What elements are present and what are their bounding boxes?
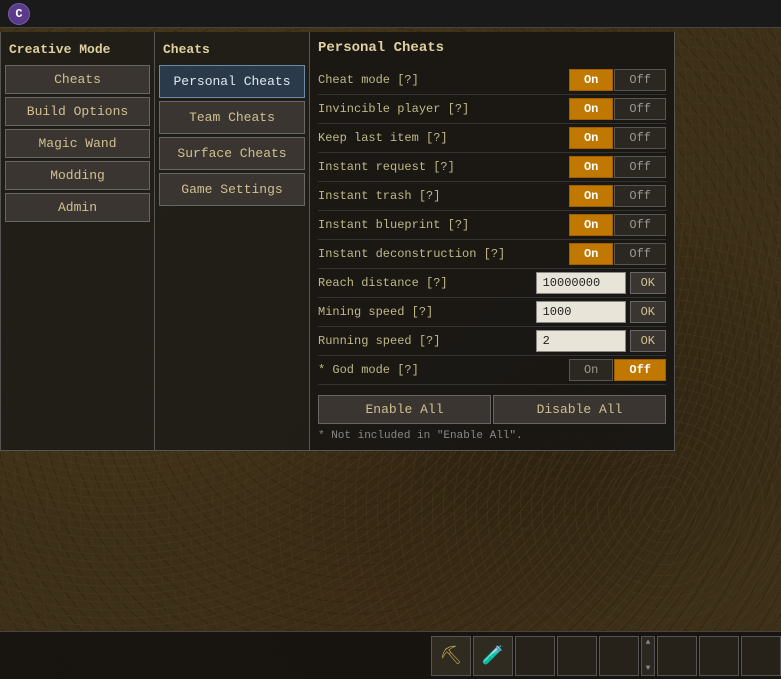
cheat-row-mining-speed: Mining speed [?] OK — [318, 298, 666, 327]
footnote: * Not included in "Enable All". — [318, 430, 666, 442]
god-mode-off-button[interactable]: Off — [614, 359, 666, 381]
toolbar-slot-3[interactable] — [515, 636, 555, 676]
instant-blueprint-on-button[interactable]: On — [569, 214, 613, 236]
top-bar: C — [0, 0, 781, 28]
sidebar-item-magic-wand[interactable]: Magic Wand — [5, 129, 150, 158]
cheat-label-running-speed: Running speed [?] — [318, 334, 536, 348]
panel-right: Personal Cheats Cheat mode [?] On Off In… — [310, 32, 675, 451]
toolbar-scroll[interactable]: ▲ ▼ — [641, 636, 655, 676]
cheat-row-cheat-mode: Cheat mode [?] On Off — [318, 66, 666, 95]
toolbar-slot-2[interactable]: 🧪 — [473, 636, 513, 676]
cheat-row-reach-distance: Reach distance [?] OK — [318, 269, 666, 298]
running-speed-ok-button[interactable]: OK — [630, 330, 666, 352]
cheat-label-instant-request: Instant request [?] — [318, 160, 569, 174]
cheat-label-reach-distance: Reach distance [?] — [318, 276, 536, 290]
cheat-label-instant-trash: Instant trash [?] — [318, 189, 569, 203]
cheat-row-instant-blueprint: Instant blueprint [?] On Off — [318, 211, 666, 240]
scroll-down-icon: ▼ — [646, 665, 651, 673]
cheat-row-invincible: Invincible player [?] On Off — [318, 95, 666, 124]
reach-distance-control: OK — [536, 272, 666, 294]
cheat-row-god-mode: * God mode [?] On Off — [318, 356, 666, 385]
toolbar-slot-8[interactable] — [741, 636, 781, 676]
cheat-label-cheat-mode: Cheat mode [?] — [318, 73, 569, 87]
cheat-label-instant-blueprint: Instant blueprint [?] — [318, 218, 569, 232]
keep-last-item-off-button[interactable]: Off — [614, 127, 666, 149]
sidebar-item-cheats[interactable]: Cheats — [5, 65, 150, 94]
cheat-label-invincible: Invincible player [?] — [318, 102, 569, 116]
mining-speed-control: OK — [536, 301, 666, 323]
mining-speed-ok-button[interactable]: OK — [630, 301, 666, 323]
app-icon: C — [8, 3, 30, 25]
cheat-toggle-instant-trash: On Off — [569, 185, 666, 207]
toolbar-slots: ⛏ 🧪 ▲ ▼ — [430, 635, 781, 677]
reach-distance-ok-button[interactable]: OK — [630, 272, 666, 294]
sidebar-left-title: Creative Mode — [5, 36, 150, 65]
cheat-toggle-god-mode: On Off — [569, 359, 666, 381]
cheat-row-instant-request: Instant request [?] On Off — [318, 153, 666, 182]
instant-request-off-button[interactable]: Off — [614, 156, 666, 178]
instant-deconstruction-off-button[interactable]: Off — [614, 243, 666, 265]
sidebar-item-game-settings[interactable]: Game Settings — [159, 173, 305, 206]
keep-last-item-on-button[interactable]: On — [569, 127, 613, 149]
instant-request-on-button[interactable]: On — [569, 156, 613, 178]
cheat-toggle-keep-last-item: On Off — [569, 127, 666, 149]
sidebar-left: Creative Mode Cheats Build Options Magic… — [0, 32, 155, 451]
cheat-label-god-mode: * God mode [?] — [318, 363, 569, 377]
bottom-toolbar: ⛏ 🧪 ▲ ▼ — [0, 631, 781, 679]
disable-all-button[interactable]: Disable All — [493, 395, 666, 424]
mining-speed-input[interactable] — [536, 301, 626, 323]
sidebar-item-admin[interactable]: Admin — [5, 193, 150, 222]
sidebar-item-surface-cheats[interactable]: Surface Cheats — [159, 137, 305, 170]
bottom-buttons: Enable All Disable All — [318, 395, 666, 424]
sidebar-item-personal-cheats[interactable]: Personal Cheats — [159, 65, 305, 98]
sidebar-item-team-cheats[interactable]: Team Cheats — [159, 101, 305, 134]
cheat-row-instant-deconstruction: Instant deconstruction [?] On Off — [318, 240, 666, 269]
instant-trash-on-button[interactable]: On — [569, 185, 613, 207]
running-speed-control: OK — [536, 330, 666, 352]
panel-title: Personal Cheats — [318, 40, 666, 56]
invincible-on-button[interactable]: On — [569, 98, 613, 120]
god-mode-on-button[interactable]: On — [569, 359, 613, 381]
invincible-off-button[interactable]: Off — [614, 98, 666, 120]
sidebar-item-modding[interactable]: Modding — [5, 161, 150, 190]
enable-all-button[interactable]: Enable All — [318, 395, 491, 424]
toolbar-item-2-icon: 🧪 — [482, 645, 504, 667]
toolbar-item-1-icon: ⛏ — [440, 645, 463, 667]
cheat-mode-on-button[interactable]: On — [569, 69, 613, 91]
instant-deconstruction-on-button[interactable]: On — [569, 243, 613, 265]
toolbar-slot-7[interactable] — [699, 636, 739, 676]
main-panel: Creative Mode Cheats Build Options Magic… — [0, 32, 675, 451]
cheat-toggle-invincible: On Off — [569, 98, 666, 120]
cheat-label-mining-speed: Mining speed [?] — [318, 305, 536, 319]
scroll-up-icon: ▲ — [646, 639, 651, 647]
running-speed-input[interactable] — [536, 330, 626, 352]
cheat-row-keep-last-item: Keep last item [?] On Off — [318, 124, 666, 153]
sidebar-item-build-options[interactable]: Build Options — [5, 97, 150, 126]
cheat-toggle-instant-request: On Off — [569, 156, 666, 178]
toolbar-slot-4[interactable] — [557, 636, 597, 676]
toolbar-slot-6[interactable] — [657, 636, 697, 676]
instant-blueprint-off-button[interactable]: Off — [614, 214, 666, 236]
sidebar-mid-title: Cheats — [159, 36, 305, 65]
cheat-label-instant-deconstruction: Instant deconstruction [?] — [318, 247, 569, 261]
reach-distance-input[interactable] — [536, 272, 626, 294]
cheat-row-running-speed: Running speed [?] OK — [318, 327, 666, 356]
cheat-toggle-instant-blueprint: On Off — [569, 214, 666, 236]
sidebar-mid: Cheats Personal Cheats Team Cheats Surfa… — [155, 32, 310, 451]
instant-trash-off-button[interactable]: Off — [614, 185, 666, 207]
toolbar-slot-1[interactable]: ⛏ — [431, 636, 471, 676]
toolbar-slot-5[interactable] — [599, 636, 639, 676]
cheat-label-keep-last-item: Keep last item [?] — [318, 131, 569, 145]
cheat-toggle-instant-deconstruction: On Off — [569, 243, 666, 265]
cheat-toggle-cheat-mode: On Off — [569, 69, 666, 91]
cheat-row-instant-trash: Instant trash [?] On Off — [318, 182, 666, 211]
cheat-mode-off-button[interactable]: Off — [614, 69, 666, 91]
